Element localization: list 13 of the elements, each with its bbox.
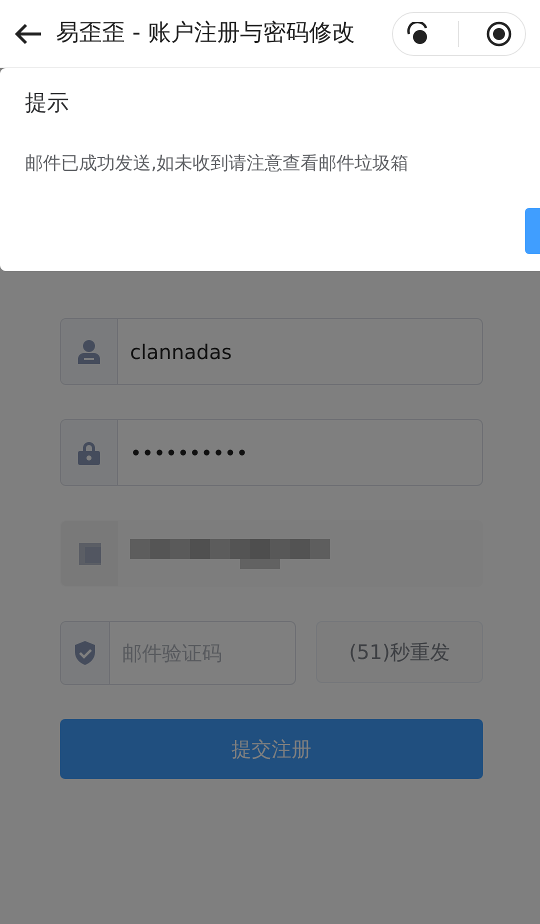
username-field[interactable]: clannadas [60, 318, 483, 385]
password-input[interactable]: •••••••••• [118, 420, 482, 485]
password-field[interactable]: •••••••••• [60, 419, 483, 486]
back-icon[interactable] [14, 22, 42, 44]
lock-icon [78, 440, 100, 464]
redaction-mosaic [78, 542, 100, 564]
dialog-message: 邮件已成功发送,如未收到请注意查看邮件垃圾箱 [25, 152, 410, 176]
page-title: 易歪歪 - 账户注册与密码修改 [56, 19, 355, 48]
shield-check-icon [75, 641, 95, 665]
dialog-title: 提示 [25, 90, 70, 118]
user-icon [78, 340, 100, 364]
username-input[interactable]: clannadas [118, 319, 482, 384]
target-icon[interactable] [486, 20, 512, 46]
